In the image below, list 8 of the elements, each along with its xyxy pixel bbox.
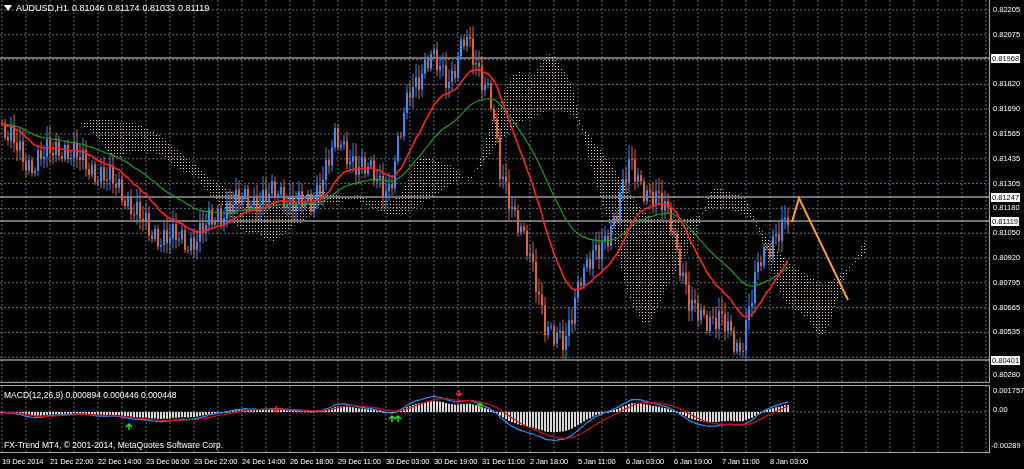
macd-label: MACD(12,26,9) 0.000894 0.000446 0.000448 xyxy=(4,390,177,400)
dropdown-triangle-icon[interactable] xyxy=(4,5,12,11)
chart-symbol: AUDUSD,H1 xyxy=(16,3,68,13)
quote-value: 0.81174 xyxy=(107,3,140,13)
quote-value: 0.81119 xyxy=(178,3,210,13)
quote-value: 0.81046 xyxy=(72,3,105,13)
copyright-text: FX-Trend MT4, © 2001-2014, MetaQuotes Software Corp. xyxy=(4,440,224,450)
quote-value: 0.81033 xyxy=(142,3,175,13)
